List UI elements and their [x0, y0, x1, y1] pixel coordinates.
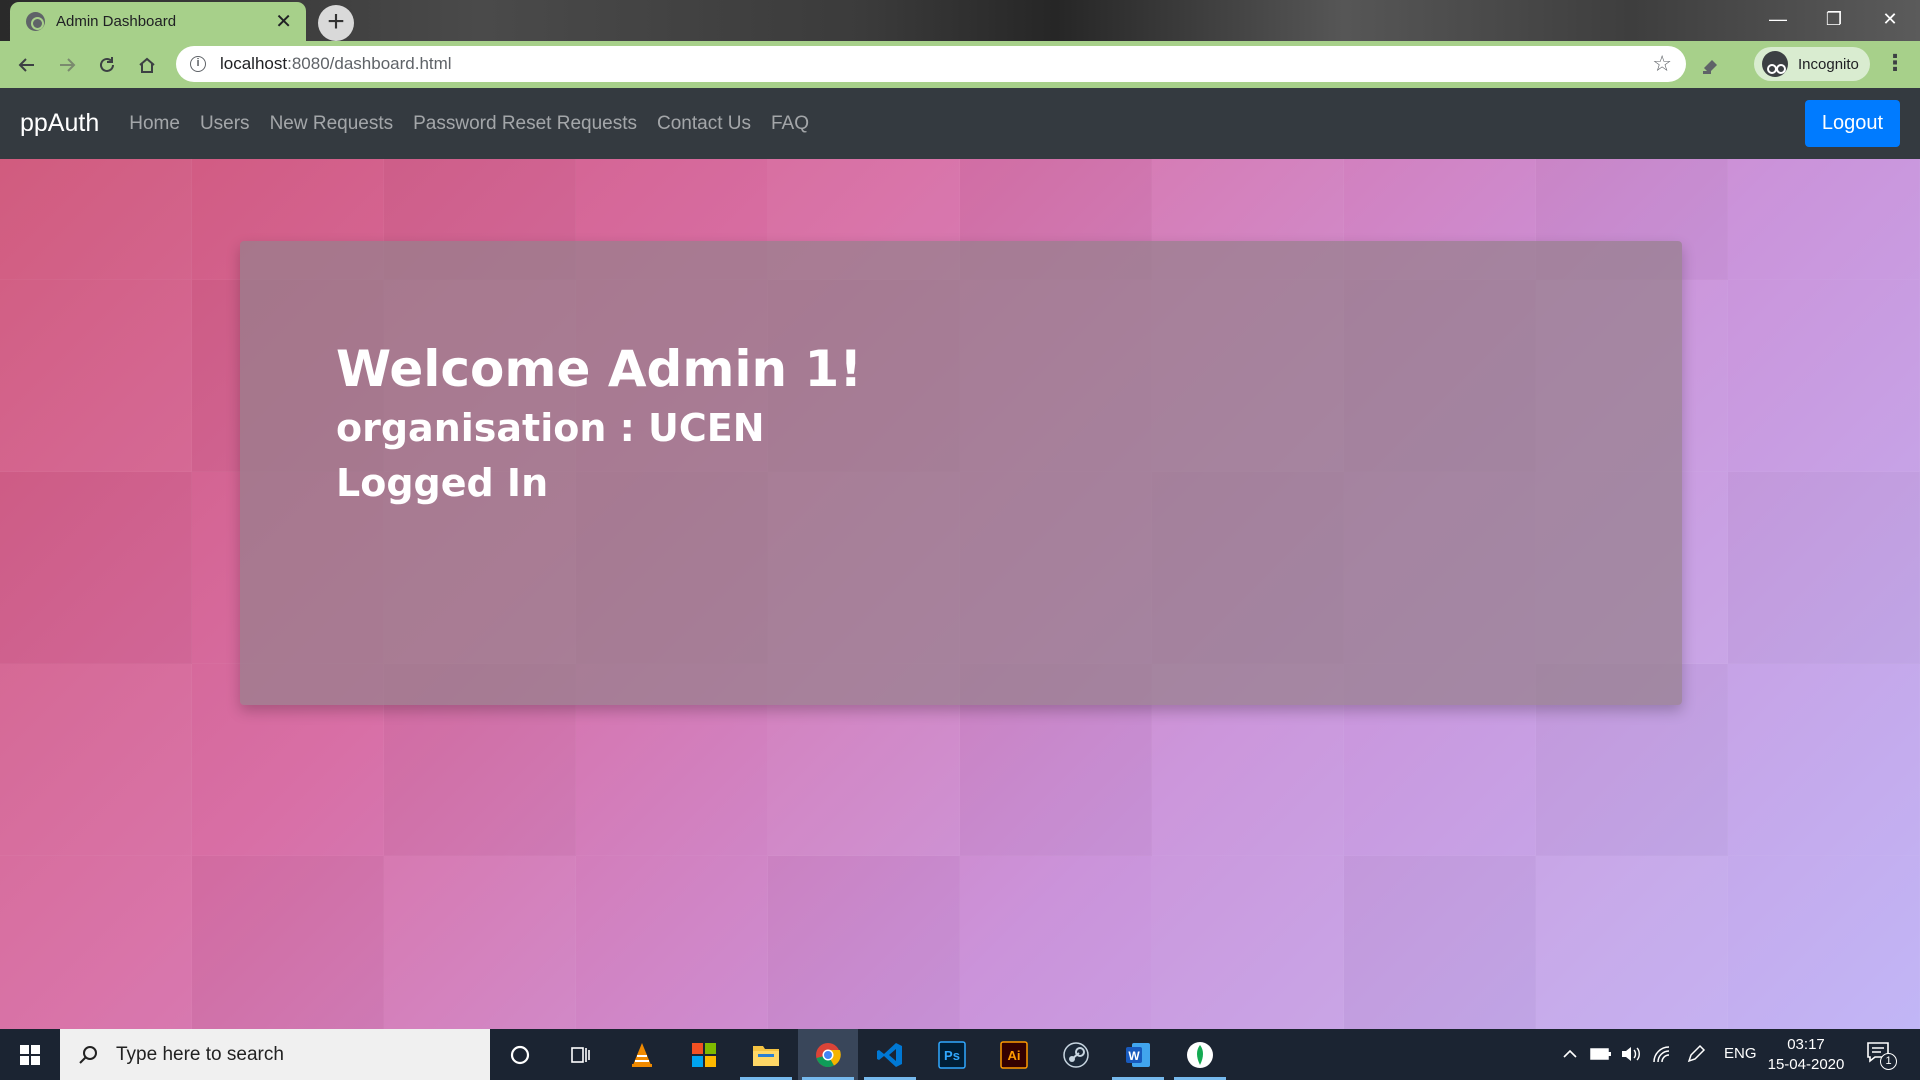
logout-button[interactable]: Logout — [1805, 100, 1900, 147]
incognito-icon — [1762, 51, 1788, 77]
incognito-label: Incognito — [1798, 55, 1859, 73]
vscode-icon[interactable] — [860, 1029, 920, 1080]
login-status-text: Logged In — [336, 461, 549, 506]
battery-icon[interactable] — [1590, 1046, 1612, 1062]
url-text[interactable]: localhost:8080/dashboard.html — [220, 54, 1652, 74]
back-button[interactable] — [10, 49, 44, 81]
steam-icon[interactable] — [1046, 1029, 1106, 1080]
clock-time: 03:17 — [1787, 1036, 1825, 1053]
file-explorer-icon[interactable] — [736, 1029, 796, 1080]
vlc-icon[interactable] — [612, 1029, 672, 1080]
nav-link-contact-us[interactable]: Contact Us — [657, 113, 751, 135]
svg-text:W: W — [1128, 1049, 1140, 1063]
reload-icon — [100, 57, 114, 72]
taskbar-search-box[interactable]: Type here to search — [60, 1029, 490, 1080]
pen-icon[interactable] — [1686, 1044, 1706, 1064]
bookmark-star-icon[interactable]: ☆ — [1652, 51, 1672, 77]
chrome-icon[interactable] — [798, 1029, 858, 1080]
notification-count-badge: 1 — [1880, 1053, 1897, 1070]
nav-link-new-requests[interactable]: New Requests — [270, 113, 394, 135]
svg-text:Ai: Ai — [1008, 1048, 1021, 1063]
taskbar-clock[interactable]: 03:17 15-04-2020 — [1764, 1035, 1848, 1075]
home-icon — [139, 57, 155, 73]
new-tab-button[interactable]: + — [318, 5, 354, 41]
home-button[interactable] — [130, 49, 164, 81]
nav-link-users[interactable]: Users — [200, 113, 250, 135]
microsoft-store-icon[interactable] — [674, 1029, 734, 1080]
site-navbar: ppAuth Home Users New Requests Password … — [0, 88, 1920, 159]
svg-text:Ps: Ps — [944, 1048, 960, 1063]
address-bar[interactable]: i localhost:8080/dashboard.html ☆ — [176, 46, 1686, 82]
arrow-left-icon — [18, 58, 34, 72]
windows-logo-icon — [20, 1044, 40, 1065]
nav-link-faq[interactable]: FAQ — [771, 113, 809, 135]
nav-link-password-reset-requests[interactable]: Password Reset Requests — [413, 113, 637, 135]
word-icon[interactable]: W — [1108, 1029, 1168, 1080]
browser-tab[interactable]: Admin Dashboard ✕ — [10, 2, 306, 41]
clock-date: 15-04-2020 — [1767, 1056, 1845, 1073]
volume-icon[interactable] — [1620, 1045, 1642, 1063]
page-viewport: ppAuth Home Users New Requests Password … — [0, 88, 1920, 1029]
info-icon[interactable]: i — [190, 56, 206, 72]
welcome-card: Welcome Admin 1! organisation : UCEN Log… — [240, 241, 1682, 705]
notification-center-icon[interactable]: 1 — [1866, 1041, 1897, 1071]
reload-button[interactable] — [90, 49, 124, 81]
start-button[interactable] — [0, 1029, 60, 1080]
illustrator-icon[interactable]: Ai — [984, 1029, 1044, 1080]
globe-icon — [26, 12, 45, 31]
organisation-text: organisation : UCEN — [336, 405, 765, 450]
minimize-icon[interactable]: — — [1750, 0, 1806, 38]
language-indicator[interactable]: ENG — [1724, 1045, 1757, 1062]
browser-tab-strip: Admin Dashboard ✕ + — ❐ ✕ — [0, 0, 1920, 41]
browser-menu-icon[interactable]: ⋮ — [1884, 51, 1906, 77]
chevron-up-icon[interactable] — [1562, 1047, 1578, 1061]
photoshop-icon[interactable]: Ps — [922, 1029, 982, 1080]
arrow-right-icon — [60, 58, 76, 72]
browser-toolbar: i localhost:8080/dashboard.html ☆ Incogn… — [0, 41, 1920, 88]
cortana-icon[interactable] — [490, 1029, 550, 1080]
forward-button[interactable] — [50, 49, 84, 81]
welcome-heading: Welcome Admin 1! — [336, 340, 863, 398]
windows-taskbar: Type here to search Ps Ai W ENG 03:17 15… — [0, 1029, 1920, 1080]
incognito-indicator[interactable]: Incognito — [1754, 47, 1870, 81]
wifi-icon[interactable] — [1652, 1045, 1672, 1063]
close-window-icon[interactable]: ✕ — [1862, 0, 1918, 38]
nav-link-home[interactable]: Home — [129, 113, 180, 135]
brand-logo[interactable]: ppAuth — [20, 109, 99, 138]
search-placeholder: Type here to search — [116, 1043, 284, 1065]
restore-icon[interactable]: ❐ — [1806, 0, 1862, 38]
mongodb-icon[interactable] — [1170, 1029, 1230, 1080]
tab-title: Admin Dashboard — [56, 13, 177, 30]
extension-icon[interactable] — [1700, 54, 1722, 76]
search-icon — [79, 1045, 97, 1064]
tab-close-icon[interactable]: ✕ — [275, 12, 292, 32]
task-view-icon[interactable] — [550, 1029, 610, 1080]
